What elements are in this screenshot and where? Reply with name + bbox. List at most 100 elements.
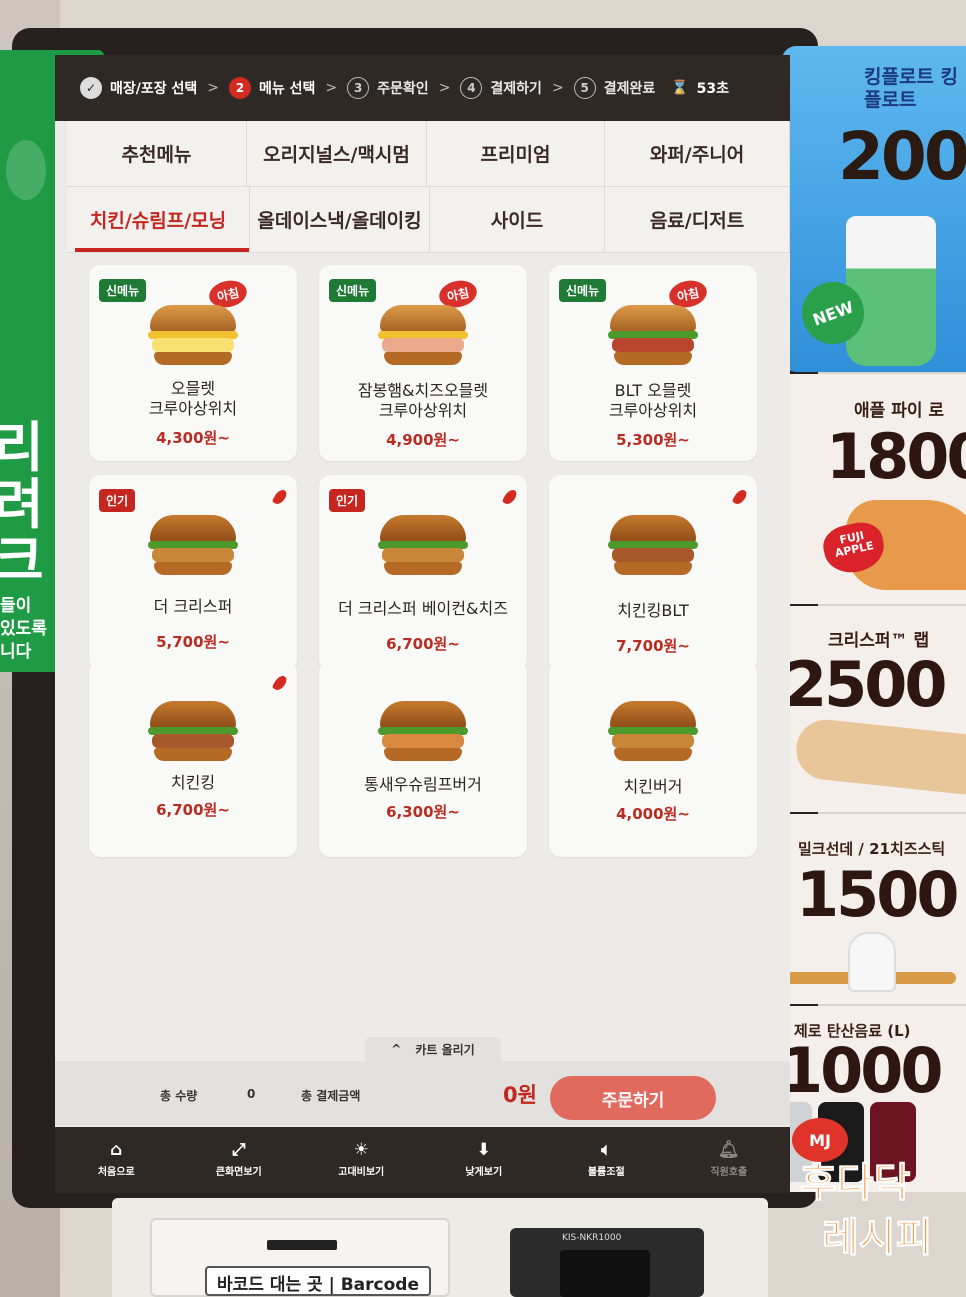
menu-item-name: 치킨킹BLT bbox=[617, 601, 689, 620]
burger-image bbox=[378, 701, 468, 763]
tab-chicken-shrimp-morning[interactable]: 치킨/슈림프/모닝 bbox=[67, 187, 250, 253]
menu-item-price: 4,000원~ bbox=[616, 805, 690, 823]
tab-whopper-junior[interactable]: 와퍼/주니어 bbox=[605, 121, 790, 187]
step-label: 결제하기 bbox=[490, 81, 542, 97]
menu-item-chicken-burger[interactable]: 치킨버거 4,000원~ bbox=[549, 661, 757, 857]
burger-image bbox=[148, 515, 238, 577]
volume-icon: 🔈︎ bbox=[601, 1140, 612, 1160]
watermark-text: 후다닥 bbox=[799, 1160, 911, 1207]
tab-drinks-dessert[interactable]: 음료/디저트 bbox=[605, 187, 790, 253]
order-button[interactable]: 주문하기 bbox=[550, 1076, 716, 1120]
menu-item-name-line2: 크루아상위치 bbox=[608, 401, 698, 420]
card-reader: KIS-NKR1000 bbox=[510, 1228, 704, 1297]
timer-value: 53초 bbox=[696, 81, 730, 97]
chevron-right-icon: > bbox=[551, 80, 564, 96]
menu-item-price: 4,900원~ bbox=[386, 431, 460, 449]
tab-recommended[interactable]: 추천메뉴 bbox=[67, 121, 247, 187]
popular-badge: 인기 bbox=[99, 489, 136, 512]
tab-allday-snack[interactable]: 올데이스낵/올데이킹 bbox=[250, 187, 430, 253]
nav-low-view[interactable]: ⬇ 낮게보기 bbox=[423, 1127, 546, 1193]
menu-item-name: BLT 오믈렛 bbox=[614, 381, 692, 400]
scanner-slit bbox=[267, 1240, 337, 1250]
menu-item-name: 치킨버거 bbox=[623, 777, 683, 796]
lower-icon: ⬇ bbox=[476, 1140, 491, 1160]
check-icon: ✓ bbox=[80, 77, 102, 99]
nav-home[interactable]: ⌂ 처음으로 bbox=[55, 1127, 178, 1193]
step-label: 매장/포장 선택 bbox=[110, 81, 198, 97]
menu-item-price: 6,300원~ bbox=[386, 803, 460, 821]
tab-premium[interactable]: 프리미엄 bbox=[427, 121, 605, 187]
new-menu-badge: 신메뉴 bbox=[329, 279, 377, 302]
menu-item-omelet-croissant[interactable]: 신메뉴 아침 오믈렛 크루아상위치 4,300원~ bbox=[89, 265, 297, 461]
menu-item-name-line2: 크루아상위치 bbox=[378, 401, 468, 420]
tab-side[interactable]: 사이드 bbox=[430, 187, 605, 253]
promo-price: 1500 bbox=[796, 858, 960, 931]
float-cup-image bbox=[846, 216, 936, 366]
menu-grid: 신메뉴 아침 오믈렛 크루아상위치 4,300원~ 신메뉴 아침 잠봉햄&치즈오… bbox=[89, 265, 789, 857]
menu-item-the-crisper-bacon-cheese[interactable]: 인기 더 크리스퍼 베이컨&치즈 6,700원~ bbox=[319, 475, 527, 671]
promo-price: 2500 bbox=[784, 648, 948, 721]
tab-originals-maximum[interactable]: 오리지널스/맥시멈 bbox=[247, 121, 427, 187]
step-label: 결제완료 bbox=[603, 81, 656, 97]
nav-volume[interactable]: 🔈︎ 볼륨조절 bbox=[545, 1127, 668, 1193]
step-number: 2 bbox=[229, 77, 252, 99]
step-order-confirm: 3 주문확인 bbox=[347, 77, 429, 99]
promo-title: 애플 파이 로 bbox=[854, 401, 945, 421]
step-number: 5 bbox=[573, 77, 596, 99]
menu-item-blt-omelet-croissant[interactable]: 신메뉴 아침 BLT 오믈렛 크루아상위치 5,300원~ bbox=[549, 265, 757, 461]
spicy-pepper-icon bbox=[271, 487, 289, 507]
menu-item-name: 치킨킹 bbox=[170, 773, 216, 792]
promo-title: 밀크선데 / 21치즈스틱 bbox=[798, 840, 946, 858]
step-number: 3 bbox=[347, 77, 370, 99]
card-slot bbox=[560, 1250, 650, 1297]
menu-item-jambon-omelet-croissant[interactable]: 신메뉴 아침 잠봉햄&치즈오믈렛 크루아상위치 4,900원~ bbox=[319, 265, 527, 461]
category-tabs: 추천메뉴 오리지널스/맥시멈 프리미엄 와퍼/주니어 치킨/슈림프/모닝 올데이… bbox=[67, 121, 790, 253]
nav-label: 큰화면보기 bbox=[215, 1167, 262, 1178]
nav-call-staff[interactable]: 🔔︎ 직원호출 bbox=[668, 1127, 791, 1193]
cart-expand-tab[interactable]: ^ 카트 올리기 bbox=[365, 1037, 501, 1061]
menu-item-shrimp-burger[interactable]: 통새우슈림프버거 6,300원~ bbox=[319, 661, 527, 857]
burger-image bbox=[378, 515, 468, 577]
nav-high-contrast[interactable]: ☀ 고대비보기 bbox=[300, 1127, 423, 1193]
wrap-image bbox=[793, 716, 966, 796]
promo-apple-pie: 애플 파이 로 1800 FUJI APPLE bbox=[776, 374, 966, 604]
chevron-right-icon: > bbox=[438, 80, 451, 96]
contrast-icon: ☀ bbox=[353, 1140, 369, 1160]
menu-item-chicken-king-blt[interactable]: 치킨킹BLT 7,700원~ bbox=[549, 475, 757, 671]
spicy-pepper-icon bbox=[501, 487, 519, 507]
watermark-text: 레시피 bbox=[821, 1215, 933, 1262]
menu-item-price: 5,300원~ bbox=[616, 431, 690, 449]
order-progress-bar: ✓ 매장/포장 선택 > 2 메뉴 선택 > 3 주문확인 > 4 결제하기 >… bbox=[55, 55, 790, 121]
green-card-decoration bbox=[6, 140, 46, 200]
burger-image bbox=[148, 305, 238, 367]
home-icon: ⌂ bbox=[110, 1140, 123, 1160]
new-menu-badge: 신메뉴 bbox=[559, 279, 607, 302]
expand-icon: ⤢ bbox=[231, 1140, 246, 1160]
nav-large-screen[interactable]: ⤢ 큰화면보기 bbox=[178, 1127, 301, 1193]
step-label: 메뉴 선택 bbox=[259, 81, 316, 97]
new-menu-badge: 신메뉴 bbox=[99, 279, 147, 302]
burger-image bbox=[378, 305, 468, 367]
step-store-takeout: ✓ 매장/포장 선택 bbox=[80, 77, 197, 99]
menu-item-price: 5,700원~ bbox=[156, 633, 230, 651]
nav-label: 직원호출 bbox=[710, 1167, 748, 1178]
menu-item-name: 오믈렛 bbox=[170, 379, 216, 398]
green-card-small-text: 들이 있도록 니다 bbox=[0, 596, 47, 662]
promo-price: 1800 bbox=[826, 420, 966, 493]
total-qty-value: 0 bbox=[247, 1087, 256, 1101]
hourglass-icon: ⌛ bbox=[671, 80, 689, 96]
menu-item-name: 더 크리스퍼 bbox=[153, 597, 233, 616]
menu-item-price: 6,700원~ bbox=[156, 801, 230, 819]
promo-price: 200 bbox=[838, 118, 966, 195]
burger-image bbox=[148, 701, 238, 763]
popular-badge: 인기 bbox=[329, 489, 366, 512]
menu-item-price: 7,700원~ bbox=[616, 637, 690, 655]
menu-item-chicken-king[interactable]: 치킨킹 6,700원~ bbox=[89, 661, 297, 857]
step-label: 주문확인 bbox=[377, 81, 429, 97]
menu-item-the-crisper[interactable]: 인기 더 크리스퍼 5,700원~ bbox=[89, 475, 297, 671]
burger-image bbox=[608, 305, 698, 367]
step-menu-select: 2 메뉴 선택 bbox=[229, 77, 315, 99]
step-number: 4 bbox=[460, 77, 483, 99]
menu-item-name: 통새우슈림프버거 bbox=[364, 775, 482, 794]
promo-king-float: 킹플로트 킹플로트 200 NEW bbox=[782, 46, 966, 372]
